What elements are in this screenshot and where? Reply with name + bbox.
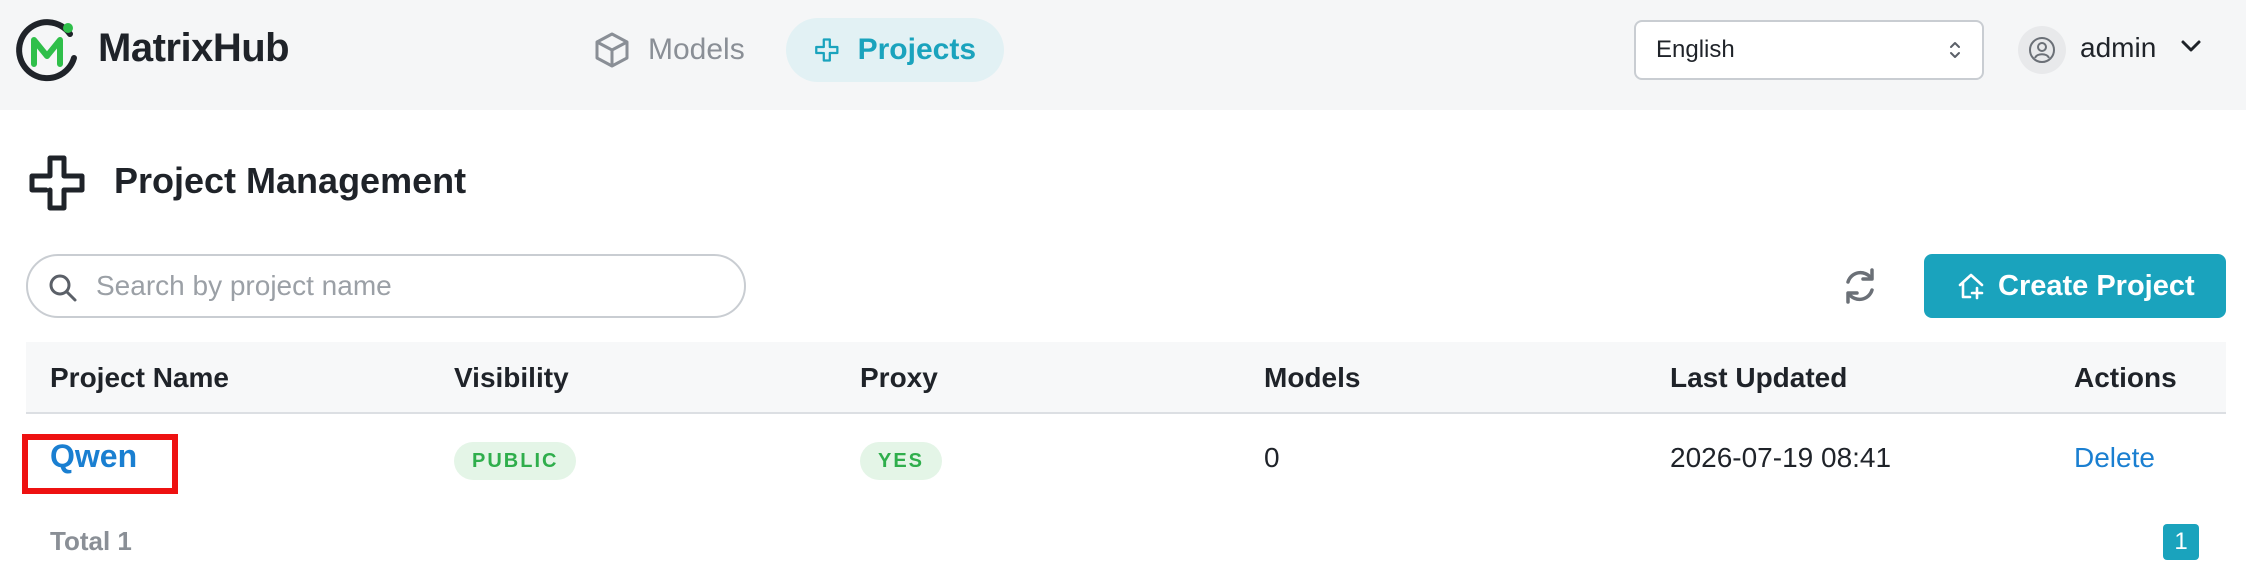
proxy-badge: YES <box>860 442 943 480</box>
chevron-down-icon[interactable] <box>2180 38 2202 54</box>
brand-name[interactable]: MatrixHub <box>98 26 290 71</box>
user-avatar[interactable] <box>2018 26 2066 74</box>
user-icon <box>2029 37 2055 63</box>
create-project-button[interactable]: Create Project <box>1924 254 2226 318</box>
search-icon <box>49 274 77 302</box>
delete-button[interactable]: Delete <box>2074 442 2155 474</box>
project-icon <box>815 38 839 62</box>
cube-icon <box>595 32 629 68</box>
nav-projects-label: Projects <box>857 33 976 66</box>
table-row: Qwen PUBLIC YES 0 2026-07-19 08:41 Delet… <box>22 414 2226 506</box>
refresh-icon <box>1846 268 1874 304</box>
search-input[interactable] <box>96 256 716 316</box>
up-down-chevron-icon <box>1950 42 1960 58</box>
language-select[interactable]: English <box>1634 20 1984 80</box>
last-updated-value: 2026-07-19 08:41 <box>1670 442 1892 473</box>
column-models[interactable]: Models <box>1264 362 1360 394</box>
column-last-updated[interactable]: Last Updated <box>1670 362 1847 394</box>
column-project-name[interactable]: Project Name <box>50 362 229 394</box>
matrixhub-logo-icon[interactable] <box>14 18 80 84</box>
create-project-label: Create Project <box>1998 269 2195 302</box>
column-actions: Actions <box>2074 362 2177 393</box>
page-title: Project Management <box>114 160 467 201</box>
search-box[interactable] <box>26 254 746 318</box>
language-selected-value: English <box>1656 36 1735 63</box>
refresh-button[interactable] <box>1836 262 1884 310</box>
visibility-badge: PUBLIC <box>454 442 577 480</box>
column-visibility[interactable]: Visibility <box>454 362 569 394</box>
user-name[interactable]: admin <box>2080 32 2156 64</box>
add-home-icon <box>1958 273 1984 300</box>
nav-projects[interactable]: Projects <box>786 18 1004 82</box>
nav-models-label: Models <box>648 33 745 66</box>
models-count: 0 <box>1264 442 1280 473</box>
top-header: MatrixHub Models Projects English admin <box>0 0 2246 110</box>
column-proxy[interactable]: Proxy <box>860 362 938 394</box>
pagination-page-1[interactable]: 1 <box>2163 524 2199 560</box>
project-name-link[interactable]: Qwen <box>50 438 137 475</box>
total-count: Total 1 <box>50 526 132 556</box>
nav-models[interactable]: Models <box>566 18 773 82</box>
project-icon <box>29 155 85 211</box>
table-header: Project Name Visibility Proxy Models Las… <box>26 342 2226 414</box>
